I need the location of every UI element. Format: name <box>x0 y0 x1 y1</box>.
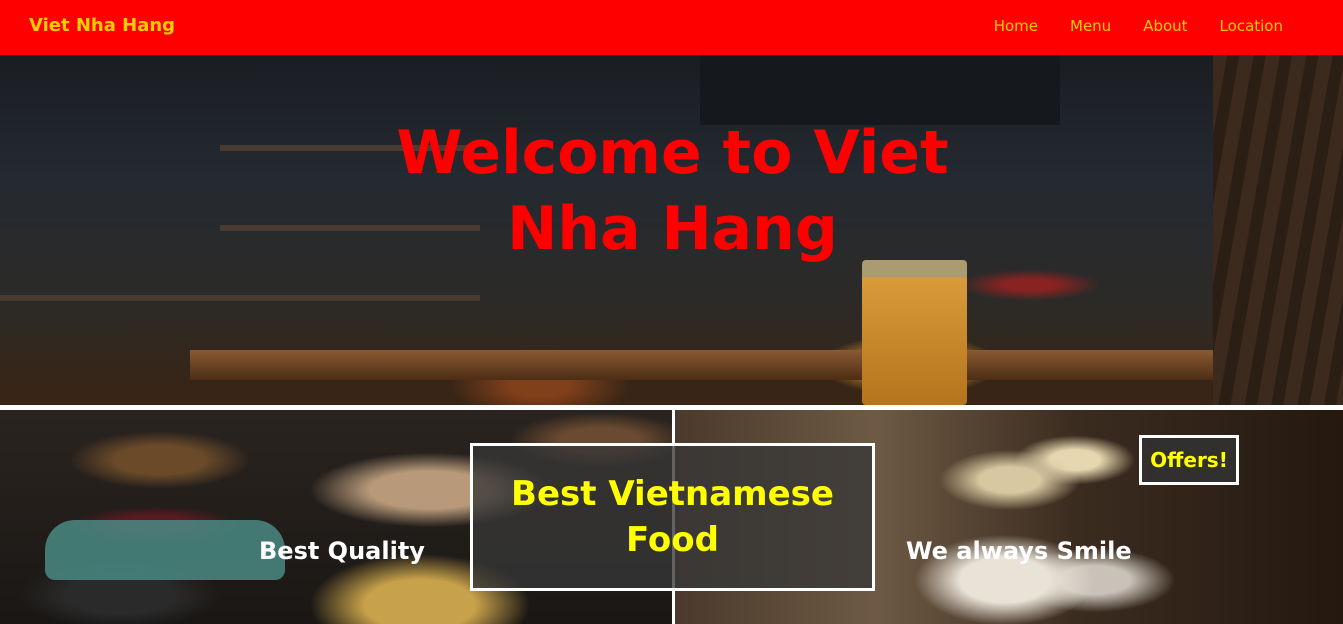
hero-photo-counter <box>190 350 1270 380</box>
featured-text: Best Vietnamese Food <box>511 474 834 560</box>
nav-link-menu[interactable]: Menu <box>1070 17 1111 35</box>
caption-we-always-smile: We always Smile <box>906 537 1132 565</box>
nav-link-about[interactable]: About <box>1143 17 1187 35</box>
offers-button[interactable]: Offers! <box>1139 435 1239 485</box>
caption-best-quality: Best Quality <box>259 537 425 565</box>
hero-photo-wall <box>1213 55 1343 405</box>
hero-title: Welcome to Viet Nha Hang <box>396 118 949 264</box>
feature-panels: Best Quality We always Smile Best Vietna… <box>0 405 1343 624</box>
featured-text-box: Best Vietnamese Food <box>470 443 875 591</box>
photo-grain-sack <box>45 520 285 580</box>
nav-link-home[interactable]: Home <box>994 17 1038 35</box>
hero-photo-beer-glass <box>862 260 967 405</box>
nav-links: Home Menu About Location <box>994 17 1283 35</box>
hero-banner: Welcome to Viet Nha Hang <box>0 55 1343 405</box>
hero-photo-shelf <box>0 295 480 301</box>
navbar: Viet Nha Hang Home Menu About Location <box>0 0 1343 55</box>
nav-link-location[interactable]: Location <box>1220 17 1283 35</box>
brand-logo[interactable]: Viet Nha Hang <box>29 15 175 36</box>
